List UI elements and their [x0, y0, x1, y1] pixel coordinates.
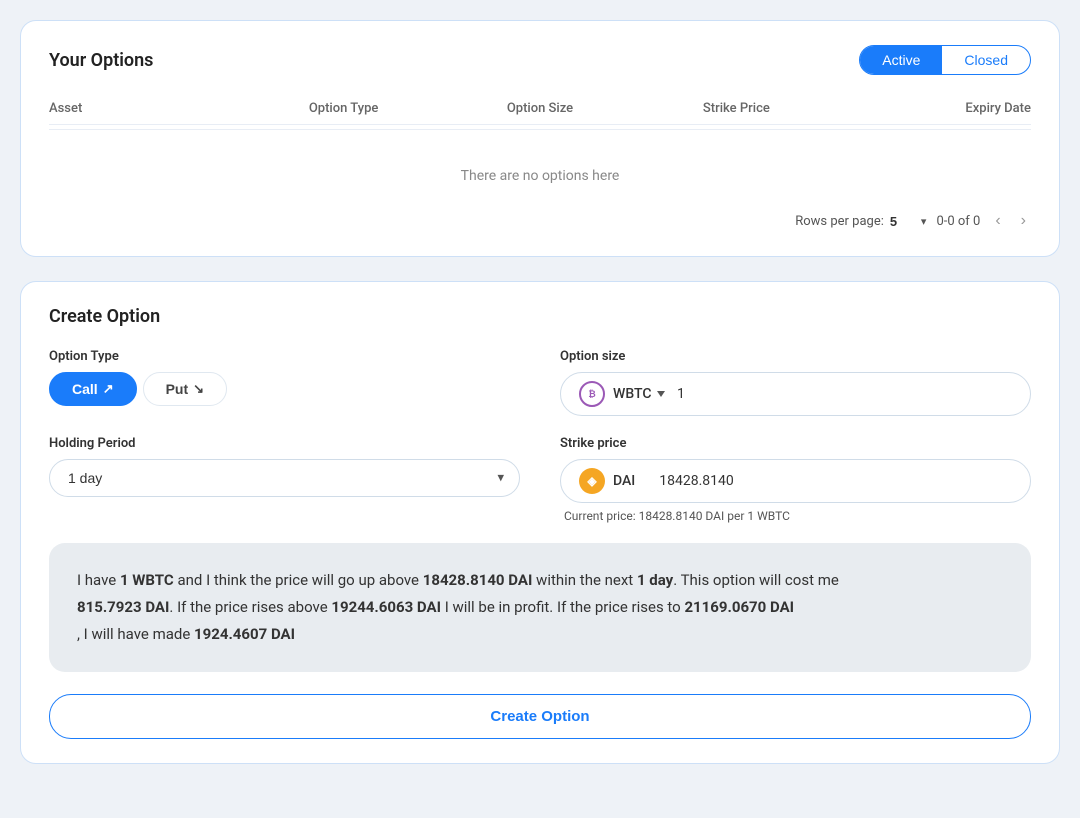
your-options-panel: Your Options Active Closed Asset Option …: [20, 20, 1060, 257]
column-option-size: Option Size: [442, 101, 638, 116]
strike-price-group: Strike price ◈ DAI 18428.8140 Current pr…: [560, 436, 1031, 523]
active-tab-button[interactable]: Active: [860, 46, 942, 74]
option-type-buttons: Call ↗ Put ↘: [49, 372, 520, 406]
summary-text-5: . If the price rises above: [169, 598, 331, 616]
column-asset: Asset: [49, 101, 245, 116]
active-closed-toggle: Active Closed: [859, 45, 1031, 75]
strike-price-input[interactable]: ◈ DAI 18428.8140: [560, 459, 1031, 503]
summary-strike: 18428.8140 DAI: [423, 571, 533, 589]
summary-text-2: and I think the price will go up above: [174, 571, 423, 589]
holding-period-select-wrapper: 1 day 3 days 7 days 14 days 30 days: [49, 459, 520, 497]
your-options-title: Your Options: [49, 50, 153, 71]
rows-select-wrapper: 5 10 25: [890, 214, 927, 229]
strike-price-value: 18428.8140: [659, 473, 734, 489]
summary-text-1: I have: [77, 571, 120, 589]
column-strike-price: Strike Price: [638, 101, 834, 116]
summary-cost: 815.7923 DAI: [77, 598, 169, 616]
table-divider: [49, 129, 1031, 130]
asset-dropdown-icon: [657, 391, 665, 397]
rows-per-page-select[interactable]: 5 10 25: [890, 214, 919, 229]
wbtc-coin-icon: ₿: [579, 381, 605, 407]
current-price-note: Current price: 18428.8140 DAI per 1 WBTC: [560, 509, 1031, 523]
option-size-asset: WBTC: [613, 386, 665, 402]
option-type-group: Option Type Call ↗ Put ↘: [49, 349, 520, 416]
put-button[interactable]: Put ↘: [143, 372, 227, 406]
summary-period: 1 day: [637, 571, 673, 589]
summary-text-4: . This option will cost me: [673, 571, 839, 589]
holding-period-label: Holding Period: [49, 436, 520, 451]
summary-text-7: , I will have made: [77, 625, 194, 643]
holding-period-group: Holding Period 1 day 3 days 7 days 14 da…: [49, 436, 520, 523]
page-info: 0-0 of 0: [936, 214, 980, 229]
rows-per-page-group: Rows per page: 5 10 25: [795, 214, 926, 229]
option-size-value: 1: [677, 386, 685, 402]
prev-page-button[interactable]: ‹: [990, 210, 1005, 232]
summary-profit: 1924.4607 DAI: [194, 625, 295, 643]
options-header: Your Options Active Closed: [49, 45, 1031, 75]
summary-text-6: I will be in profit. If the price rises …: [441, 598, 684, 616]
strike-price-asset: DAI: [613, 473, 635, 489]
option-size-label: Option size: [560, 349, 1031, 364]
create-option-button[interactable]: Create Option: [49, 694, 1031, 739]
rows-per-page-label: Rows per page:: [795, 214, 884, 229]
create-option-panel: Create Option Option Type Call ↗ Put ↘ O…: [20, 281, 1060, 764]
table-empty-message: There are no options here: [49, 146, 1031, 194]
closed-tab-button[interactable]: Closed: [942, 46, 1030, 74]
put-down-icon: ↘: [193, 381, 204, 397]
create-option-title: Create Option: [49, 306, 1031, 327]
holding-period-select[interactable]: 1 day 3 days 7 days 14 days 30 days: [49, 459, 520, 497]
call-up-icon: ↗: [103, 381, 114, 397]
option-size-input[interactable]: ₿ WBTC 1: [560, 372, 1031, 416]
option-summary-box: I have 1 WBTC and I think the price will…: [49, 543, 1031, 672]
next-page-button[interactable]: ›: [1016, 210, 1031, 232]
column-expiry-date: Expiry Date: [835, 101, 1031, 116]
column-option-type: Option Type: [245, 101, 441, 116]
put-label: Put: [166, 381, 189, 397]
summary-max: 21169.0670 DAI: [684, 598, 794, 616]
create-option-form: Option Type Call ↗ Put ↘ Option size ₿ W…: [49, 349, 1031, 523]
call-button[interactable]: Call ↗: [49, 372, 137, 406]
table-header: Asset Option Type Option Size Strike Pri…: [49, 93, 1031, 125]
option-type-label: Option Type: [49, 349, 520, 364]
strike-price-label: Strike price: [560, 436, 1031, 451]
table-footer: Rows per page: 5 10 25 0-0 of 0 ‹ ›: [49, 194, 1031, 232]
summary-breakeven: 19244.6063 DAI: [331, 598, 441, 616]
summary-text-3: within the next: [532, 571, 637, 589]
option-size-group: Option size ₿ WBTC 1: [560, 349, 1031, 416]
summary-amount: 1 WBTC: [120, 571, 174, 589]
dai-coin-icon: ◈: [579, 468, 605, 494]
call-label: Call: [72, 381, 98, 397]
